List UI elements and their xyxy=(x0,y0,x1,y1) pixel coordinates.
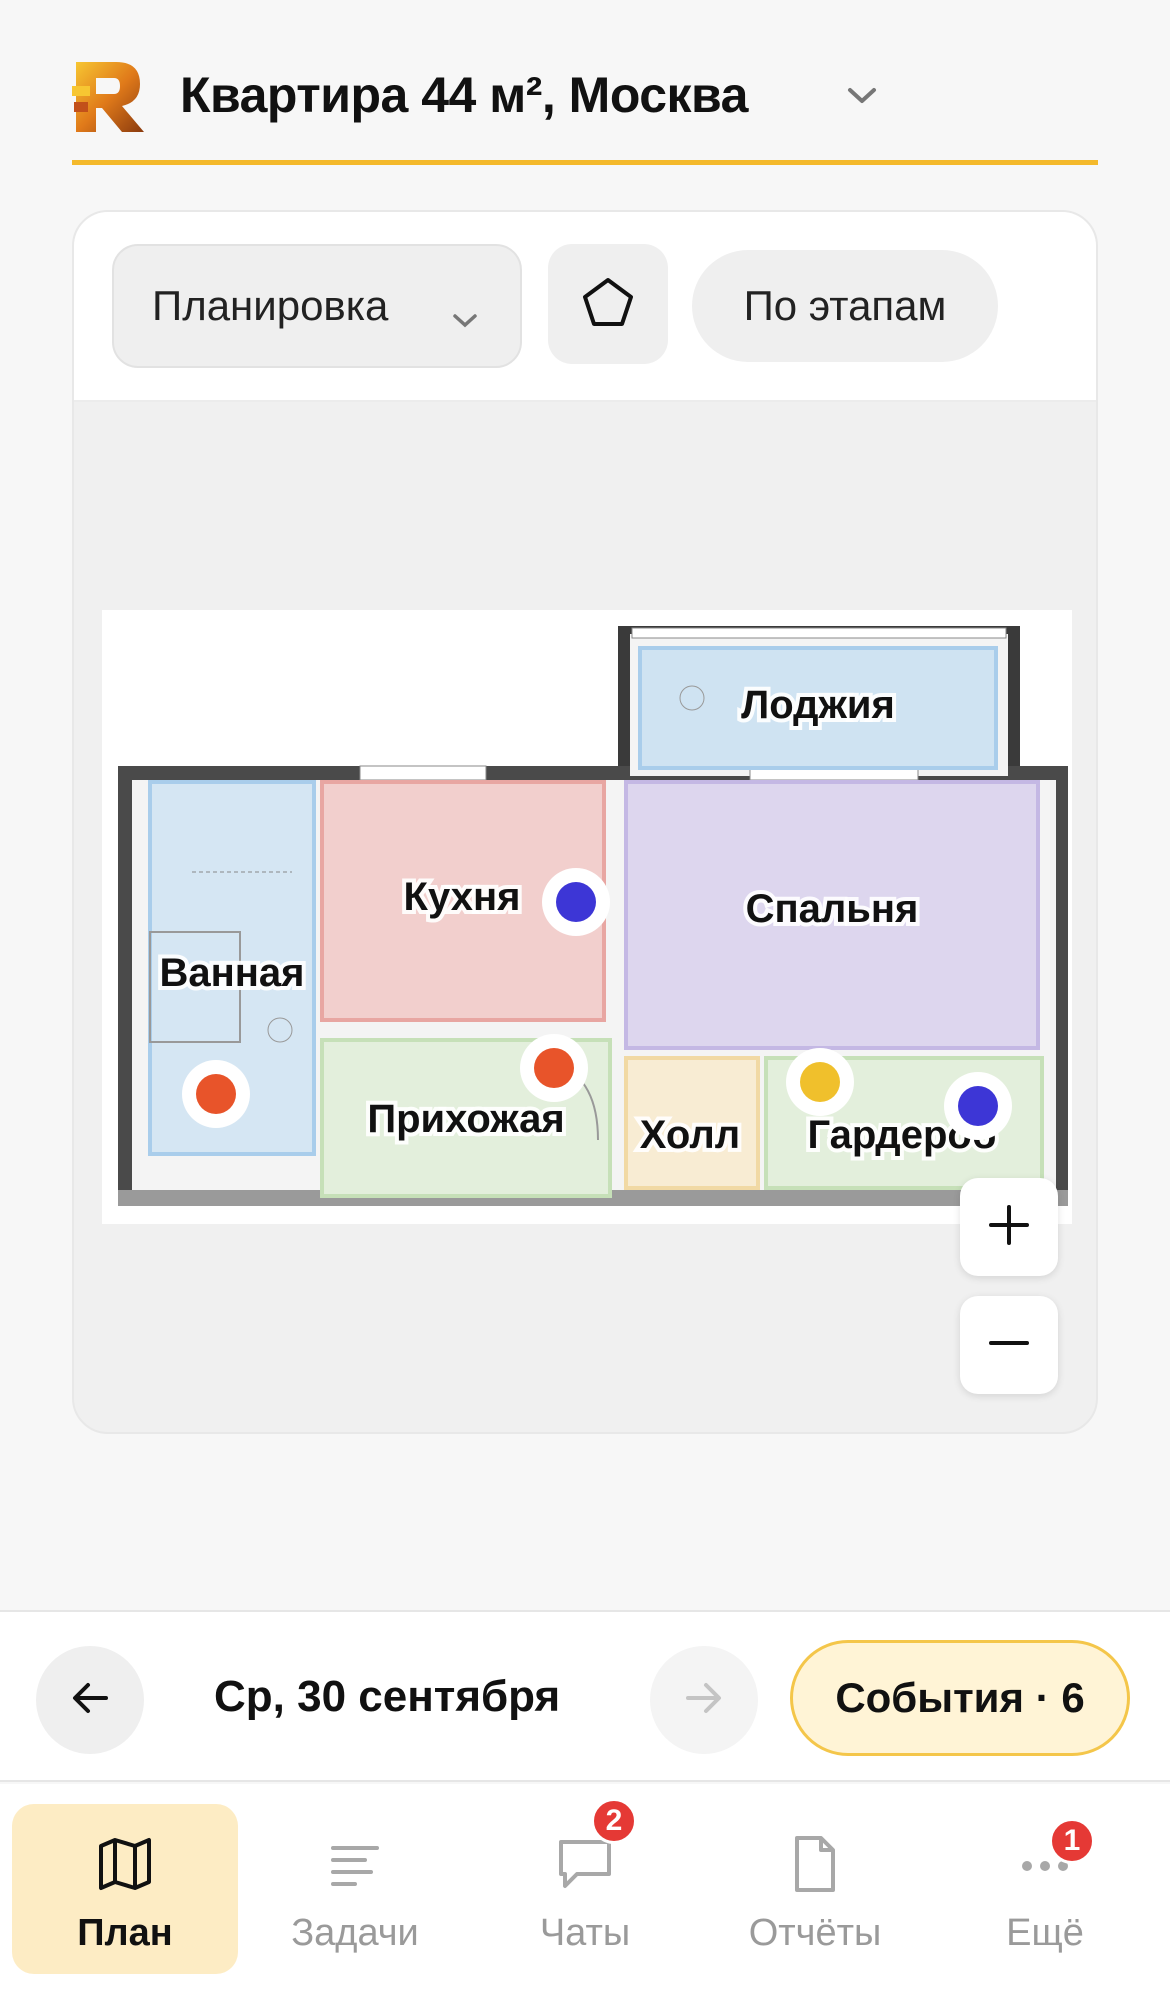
chevron-down-icon xyxy=(450,294,480,328)
tab-label: Чаты xyxy=(539,1912,631,1954)
marker-wardrobe-yellow xyxy=(786,1048,854,1116)
current-date: Ср, 30 сентября xyxy=(214,1672,561,1721)
marker-hallway xyxy=(520,1034,588,1102)
plus-icon xyxy=(987,1203,1031,1252)
layout-dropdown[interactable]: Планировка xyxy=(112,244,522,368)
plan-card: Планировка По этапам Лоджия Кухня Спальн… xyxy=(72,210,1098,1434)
tab-reports[interactable]: Отчёты xyxy=(702,1804,928,1974)
brand-logo-icon xyxy=(72,58,146,134)
events-button[interactable]: События · 6 xyxy=(790,1640,1130,1756)
more-icon: 1 xyxy=(1015,1818,1095,1894)
marker-kitchen xyxy=(542,868,610,936)
pentagon-icon xyxy=(580,274,636,335)
tab-label: Отчёты xyxy=(748,1912,882,1954)
tab-label: Ещё xyxy=(1006,1912,1084,1954)
more-badge: 1 xyxy=(1049,1818,1095,1864)
room-label: Холл xyxy=(640,1113,740,1157)
room-label: Ванная xyxy=(159,951,304,995)
zoom-in-button[interactable] xyxy=(960,1178,1058,1276)
tab-chats[interactable]: 2 Чаты xyxy=(472,1798,698,1974)
prev-day-button[interactable] xyxy=(36,1646,144,1754)
map-icon xyxy=(95,1834,155,1894)
header: Квартира 44 м², Москва xyxy=(72,50,1098,165)
project-title[interactable]: Квартира 44 м², Москва xyxy=(180,66,748,124)
date-navigation: Ср, 30 сентября События · 6 xyxy=(0,1610,1170,1782)
tab-label: План xyxy=(77,1912,173,1954)
room-label: Прихожая xyxy=(367,1097,564,1141)
arrow-right-icon xyxy=(684,1681,724,1720)
tab-more[interactable]: 1 Ещё xyxy=(932,1804,1158,1974)
minus-icon xyxy=(987,1321,1031,1370)
layout-dropdown-label: Планировка xyxy=(152,282,389,329)
tab-tasks[interactable]: Задачи xyxy=(242,1804,468,1974)
room-label: Спальня xyxy=(746,887,919,931)
zoom-out-button[interactable] xyxy=(960,1296,1058,1394)
next-day-button[interactable] xyxy=(650,1646,758,1754)
room-label: Лоджия xyxy=(741,683,895,727)
chats-badge: 2 xyxy=(591,1798,637,1844)
tab-plan[interactable]: План xyxy=(12,1804,238,1974)
chevron-down-icon[interactable] xyxy=(842,80,882,110)
room-label: Кухня xyxy=(404,875,521,919)
list-icon xyxy=(325,1834,385,1894)
plan-toolbar: Планировка По этапам xyxy=(74,212,1096,402)
arrow-left-icon xyxy=(70,1681,110,1720)
marker-wardrobe-blue xyxy=(944,1072,1012,1140)
document-icon xyxy=(785,1834,845,1894)
marker-bathroom xyxy=(182,1060,250,1128)
tab-label: Задачи xyxy=(291,1912,419,1954)
bottom-tab-bar: План Задачи 2 Чаты Отчёты 1 Ещё xyxy=(0,1784,1170,1992)
chat-icon: 2 xyxy=(555,1798,637,1894)
pentagon-button[interactable] xyxy=(548,244,668,364)
floor-plan[interactable]: Лоджия Кухня Спальня Ванная Прихожая Хол… xyxy=(102,610,1072,1224)
stages-button[interactable]: По этапам xyxy=(692,250,998,362)
